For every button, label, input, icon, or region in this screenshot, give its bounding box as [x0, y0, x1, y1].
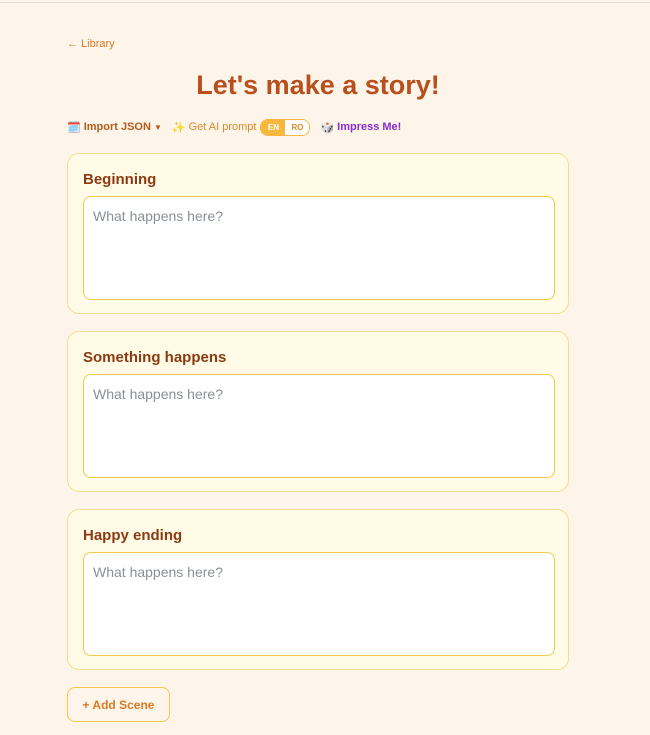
back-to-library-link[interactable]: ← Library — [67, 38, 115, 50]
scene-description-input[interactable] — [83, 552, 555, 656]
scene-description-input[interactable] — [83, 196, 555, 300]
get-ai-prompt-button[interactable]: ✨ Get AI prompt — [172, 121, 257, 134]
scene-title: Something happens — [83, 349, 227, 366]
import-json-button[interactable]: 🗓️ Import JSON ▼ — [67, 121, 162, 134]
language-toggle: EN RO — [260, 118, 311, 136]
calendar-icon: 🗓️ — [67, 121, 81, 134]
scene-card-happy-ending: Happy ending — [67, 509, 569, 670]
toolbar: 🗓️ Import JSON ▼ ✨ Get AI prompt EN RO 🎲… — [67, 118, 401, 136]
scene-title: Beginning — [83, 171, 157, 188]
scene-title: Happy ending — [83, 527, 183, 544]
sparkles-icon: ✨ — [171, 121, 186, 134]
impress-me-button[interactable]: 🎲 Impress Me! — [320, 121, 401, 134]
page-title: Let's make a story! — [196, 70, 440, 100]
caret-down-icon: ▼ — [153, 122, 162, 132]
dice-icon: 🎲 — [320, 121, 335, 134]
scene-card-something-happens: Something happens — [67, 331, 569, 492]
add-scene-button[interactable]: + Add Scene — [67, 687, 170, 722]
get-ai-prompt-label: Get AI prompt — [188, 121, 257, 133]
scene-description-input[interactable] — [83, 374, 555, 478]
top-divider — [0, 2, 650, 3]
impress-me-label: Impress Me! — [337, 121, 402, 133]
language-option-en[interactable]: EN — [261, 119, 286, 135]
scene-card-beginning: Beginning — [67, 153, 569, 314]
language-option-ro[interactable]: RO — [285, 119, 310, 135]
import-json-label: Import JSON — [83, 121, 151, 133]
